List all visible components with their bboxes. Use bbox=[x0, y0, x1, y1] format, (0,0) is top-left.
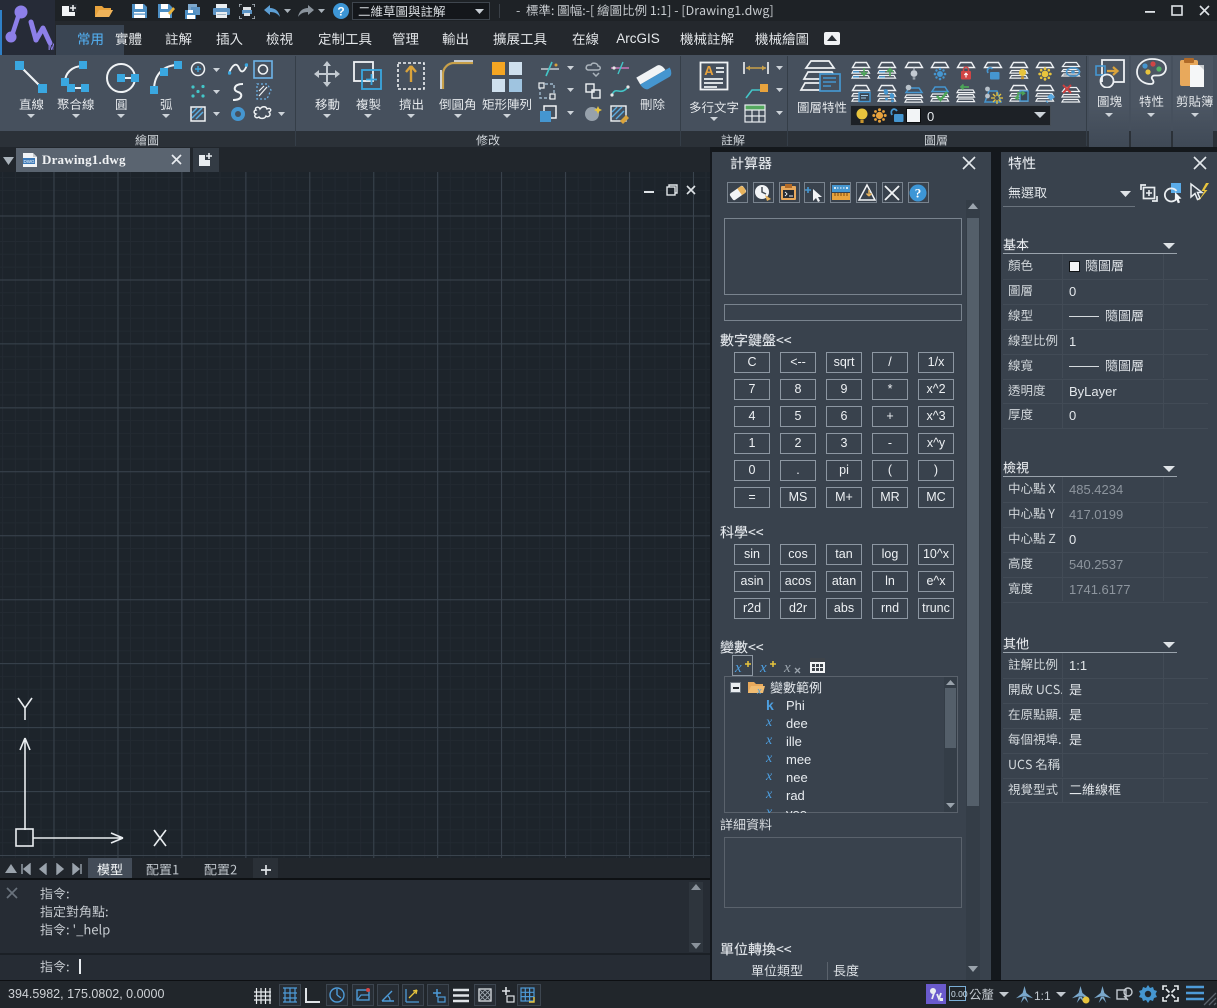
svg-text:x: x bbox=[756, 686, 762, 695]
svg-text:DWG: DWG bbox=[24, 159, 35, 164]
svg-text:x: x bbox=[783, 660, 791, 675]
svg-text:x: x bbox=[734, 660, 742, 675]
svg-text:x: x bbox=[759, 660, 767, 675]
svg-text:M: M bbox=[48, 42, 54, 52]
svg-text:?: ? bbox=[915, 185, 922, 200]
svg-text:A: A bbox=[704, 63, 714, 78]
svg-text:?: ? bbox=[337, 5, 344, 19]
